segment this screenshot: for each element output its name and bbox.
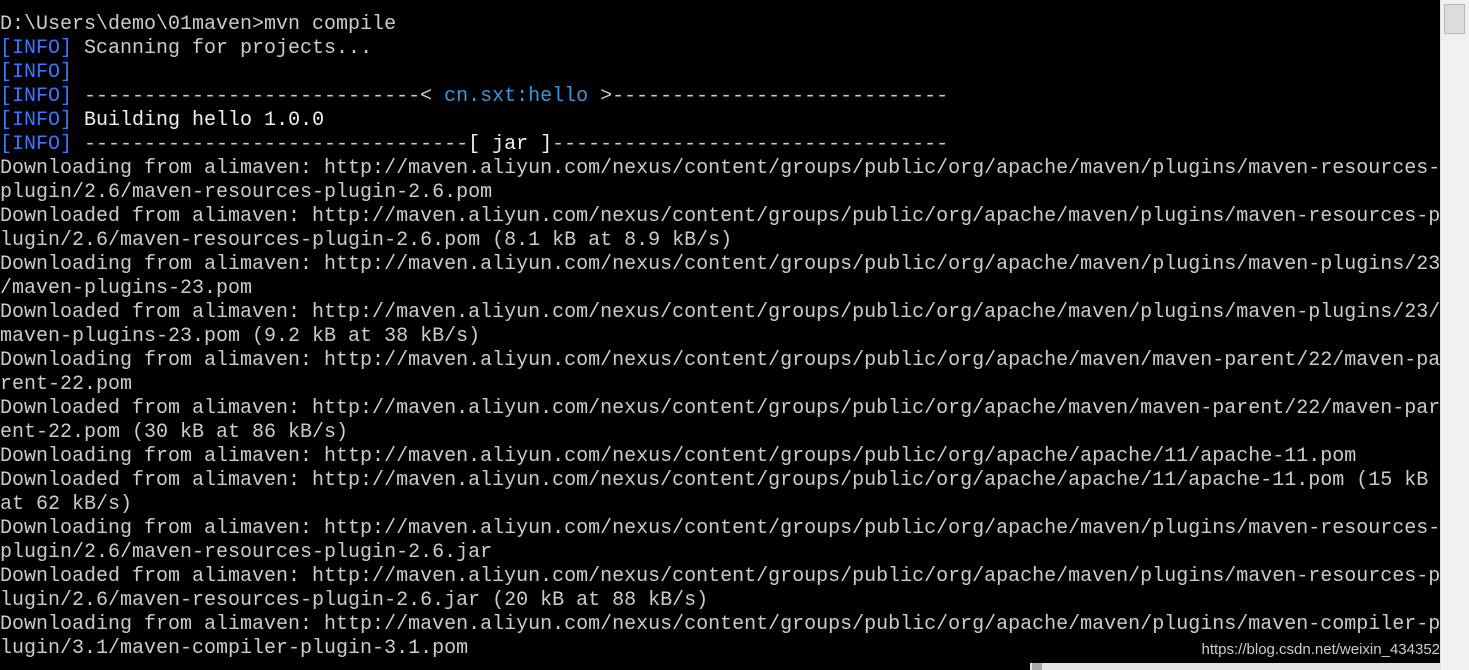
terminal-text: Downloaded from alimaven: http://maven.a… <box>0 565 1440 588</box>
terminal-text: ----------------------------< <box>72 85 445 108</box>
terminal-line: ent-22.pom (30 kB at 86 kB/s) <box>0 421 1440 445</box>
terminal-text: >---------------------------- <box>588 85 949 108</box>
terminal-text: plugin/2.6/maven-resources-plugin-2.6.ja… <box>0 541 493 564</box>
terminal-text: D:\Users\demo\01maven>mvn compile <box>0 13 397 36</box>
terminal-line: at 62 kB/s) <box>0 493 1440 517</box>
terminal-text: Scanning for projects... <box>72 37 373 60</box>
terminal-line: Downloaded from alimaven: http://maven.a… <box>0 205 1440 229</box>
terminal-line: lugin/2.6/maven-resources-plugin-2.6.jar… <box>0 589 1440 613</box>
log-level-tag: [INFO] <box>0 37 73 60</box>
terminal-text: Downloading from alimaven: http://maven.… <box>0 157 1440 180</box>
terminal-text: plugin/2.6/maven-resources-plugin-2.6.po… <box>0 181 493 204</box>
terminal-text: Downloaded from alimaven: http://maven.a… <box>0 301 1440 324</box>
terminal-line: Downloaded from alimaven: http://maven.a… <box>0 469 1440 493</box>
terminal-text: maven-plugins-23.pom (9.2 kB at 38 kB/s) <box>0 325 481 348</box>
terminal-text: Downloading from alimaven: http://maven.… <box>0 445 1357 468</box>
log-level-tag: [INFO] <box>0 133 73 156</box>
terminal-text: Downloaded from alimaven: http://maven.a… <box>0 205 1440 228</box>
vertical-scrollbar[interactable] <box>1440 0 1469 670</box>
terminal-output: D:\Users\demo\01maven>mvn compile [INFO] … <box>0 13 1440 661</box>
log-level-tag: [INFO] <box>0 85 73 108</box>
terminal-line: plugin/2.6/maven-resources-plugin-2.6.ja… <box>0 541 1440 565</box>
terminal-line: rent-22.pom <box>0 373 1440 397</box>
terminal-text: Downloaded from alimaven: http://maven.a… <box>0 397 1440 420</box>
terminal-line: [INFO] <box>0 61 1440 85</box>
highlighted-text: [ jar ] <box>468 133 553 156</box>
terminal-text: Downloading from alimaven: http://maven.… <box>0 613 1440 636</box>
terminal-text: rent-22.pom <box>0 373 133 396</box>
terminal-text: lugin/3.1/maven-compiler-plugin-3.1.pom <box>0 637 469 660</box>
scrollbar-thumb[interactable] <box>1444 4 1465 34</box>
terminal-line: Downloading from alimaven: http://maven.… <box>0 157 1440 181</box>
terminal-line: [INFO] --------------------------------[… <box>0 133 1440 157</box>
terminal-text: lugin/2.6/maven-resources-plugin-2.6.jar… <box>0 589 709 612</box>
terminal-line: Downloaded from alimaven: http://maven.a… <box>0 397 1440 421</box>
watermark: https://blog.csdn.net/weixin_434352 <box>1201 641 1441 658</box>
highlighted-text: Building hello 1.0.0 <box>84 109 325 132</box>
terminal-text: -------------------------------- <box>72 133 469 156</box>
terminal-line: maven-plugins-23.pom (9.2 kB at 38 kB/s) <box>0 325 1440 349</box>
terminal-text: --------------------------------- <box>552 133 949 156</box>
terminal-line: Downloading from alimaven: http://maven.… <box>0 253 1440 277</box>
terminal-text: ent-22.pom (30 kB at 86 kB/s) <box>0 421 349 444</box>
terminal-line: Downloaded from alimaven: http://maven.a… <box>0 301 1440 325</box>
terminal-line: [INFO] Building hello 1.0.0 <box>0 109 1440 133</box>
horizontal-scrollbar-thumb[interactable] <box>1032 663 1042 670</box>
terminal-line: Downloading from alimaven: http://maven.… <box>0 517 1440 541</box>
project-coordinates: cn.sxt:hello <box>444 85 589 108</box>
terminal-line: Downloading from alimaven: http://maven.… <box>0 445 1440 469</box>
terminal-text: Downloading from alimaven: http://maven.… <box>0 253 1440 276</box>
terminal-text: Downloaded from alimaven: http://maven.a… <box>0 469 1429 492</box>
terminal-line: [INFO] ----------------------------< cn.… <box>0 85 1440 109</box>
terminal-line: [INFO] Scanning for projects... <box>0 37 1440 61</box>
terminal-line: Downloading from alimaven: http://maven.… <box>0 613 1440 637</box>
terminal-text: lugin/2.6/maven-resources-plugin-2.6.pom… <box>0 229 733 252</box>
terminal-line: plugin/2.6/maven-resources-plugin-2.6.po… <box>0 181 1440 205</box>
horizontal-scrollbar[interactable] <box>1030 663 1440 670</box>
terminal-line: lugin/2.6/maven-resources-plugin-2.6.pom… <box>0 229 1440 253</box>
terminal-line: /maven-plugins-23.pom <box>0 277 1440 301</box>
terminal-window[interactable]: D:\Users\demo\01maven>mvn compile [INFO] … <box>0 0 1440 670</box>
log-level-tag: [INFO] <box>0 61 73 84</box>
terminal-text: /maven-plugins-23.pom <box>0 277 253 300</box>
terminal-text: Downloading from alimaven: http://maven.… <box>0 517 1440 540</box>
terminal-line: D:\Users\demo\01maven>mvn compile <box>0 13 1440 37</box>
log-level-tag: [INFO] <box>0 109 73 132</box>
terminal-text: Downloading from alimaven: http://maven.… <box>0 349 1440 372</box>
terminal-text: at 62 kB/s) <box>0 493 133 516</box>
terminal-line: Downloaded from alimaven: http://maven.a… <box>0 565 1440 589</box>
terminal-line: Downloading from alimaven: http://maven.… <box>0 349 1440 373</box>
